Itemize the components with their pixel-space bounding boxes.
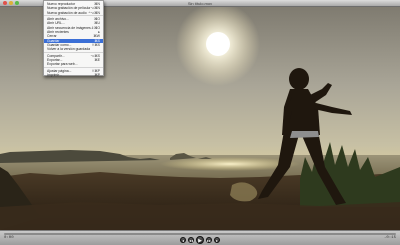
quicktime-window: Sin título.mov Nuevo reproductor ⌘N Nueva … — [0, 0, 400, 245]
shorts — [290, 131, 319, 138]
volume-down-icon[interactable]: ◂ — [180, 237, 186, 243]
rewind-icon[interactable]: ◂◂ — [188, 237, 194, 243]
menu-item-shortcut: ⌘P — [94, 73, 100, 78]
transport-buttons: ◂ ◂◂ ▶ ▸▸ ▸ — [180, 236, 220, 244]
timeline-scrubber[interactable] — [4, 233, 396, 235]
time-elapsed: 0:00 — [4, 236, 14, 240]
fast-forward-icon[interactable]: ▸▸ — [206, 237, 212, 243]
playback-controls: 0:00 ◂ ◂◂ ▶ ▸▸ ▸ -0:15 — [0, 230, 400, 245]
menu-item-label: Volver a la versión guardada — [47, 47, 90, 52]
sun — [206, 32, 230, 56]
time-remaining: -0:15 — [383, 236, 396, 240]
menu-item-shortcut: ^⌥⌘N — [88, 10, 100, 15]
menu-item[interactable]: Imprimir... ⌘P — [44, 73, 103, 77]
file-menu[interactable]: Nuevo reproductor ⌘N Nueva grabación de pe… — [43, 0, 104, 77]
volume-up-icon[interactable]: ▸ — [214, 237, 220, 243]
menu-item-label: Imprimir... — [47, 73, 62, 78]
menu-item[interactable]: Exportar para web... — [44, 62, 103, 66]
play-icon[interactable]: ▶ — [196, 236, 204, 244]
menu-item[interactable]: Nueva grabación de audio ^⌥⌘N — [44, 11, 103, 15]
menu-item[interactable]: Volver a la versión guardada — [44, 47, 103, 51]
menu-item-label: Nueva grabación de audio — [47, 10, 87, 15]
menu-item-label: Exportar para web... — [47, 62, 78, 67]
